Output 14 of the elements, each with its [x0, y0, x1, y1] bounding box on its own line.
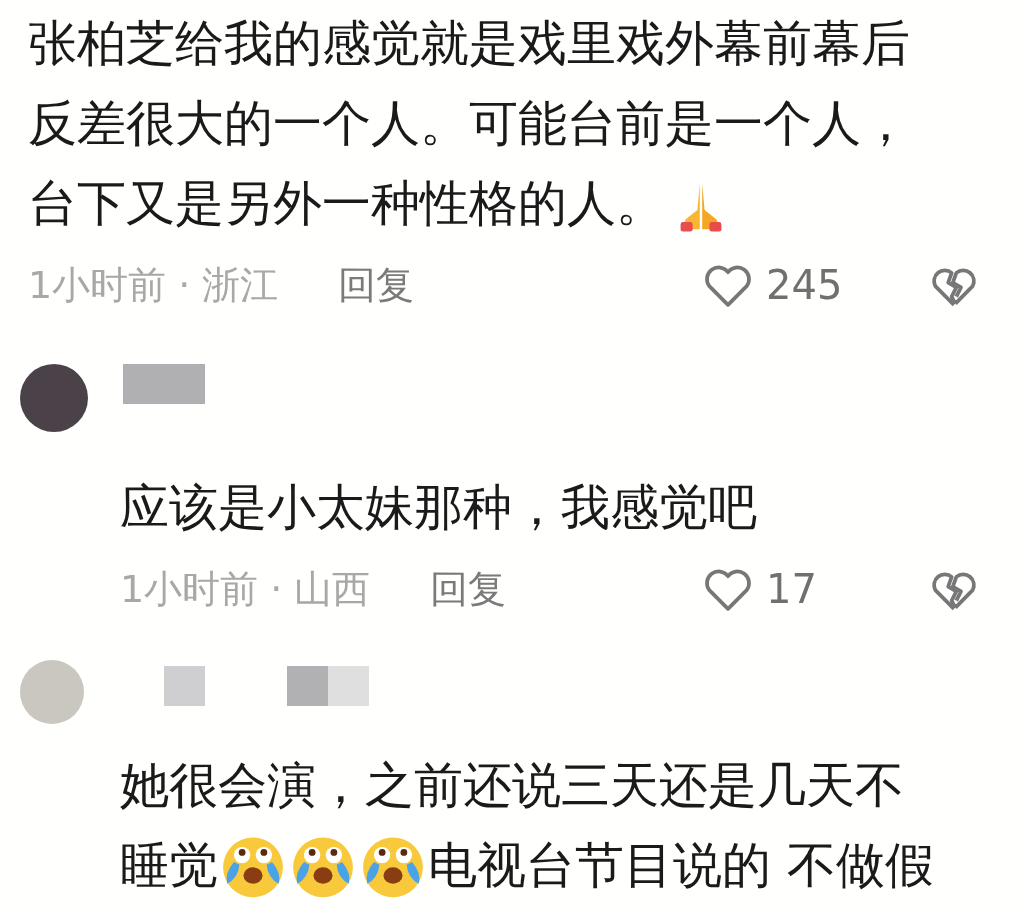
like-count: 245 — [766, 262, 844, 308]
redaction-block — [164, 666, 205, 706]
like-count: 17 — [766, 566, 818, 612]
comment-text: 反差很大的一个人。可能台前是一个人， — [28, 94, 910, 154]
reply-button[interactable]: 回复 — [430, 563, 507, 615]
comment-text: 睡觉 — [120, 836, 218, 896]
comment-text: 电视台节目说的 不做假 — [428, 836, 934, 896]
comment-text: 她很会演，之前还说三天还是几天不 — [120, 756, 904, 816]
reply-button[interactable]: 回复 — [338, 259, 415, 311]
comment-meta: 1小时前 · 山西 — [120, 565, 371, 613]
comment-text: 应该是小太妹那种，我感觉吧 — [120, 478, 757, 538]
comment-text: 台下又是另外一种性格的人。 — [28, 174, 665, 234]
comment-meta: 1小时前 · 浙江 — [28, 261, 279, 309]
comment-text: 张柏芝给我的感觉就是戏里戏外幕前幕后 — [28, 14, 910, 74]
